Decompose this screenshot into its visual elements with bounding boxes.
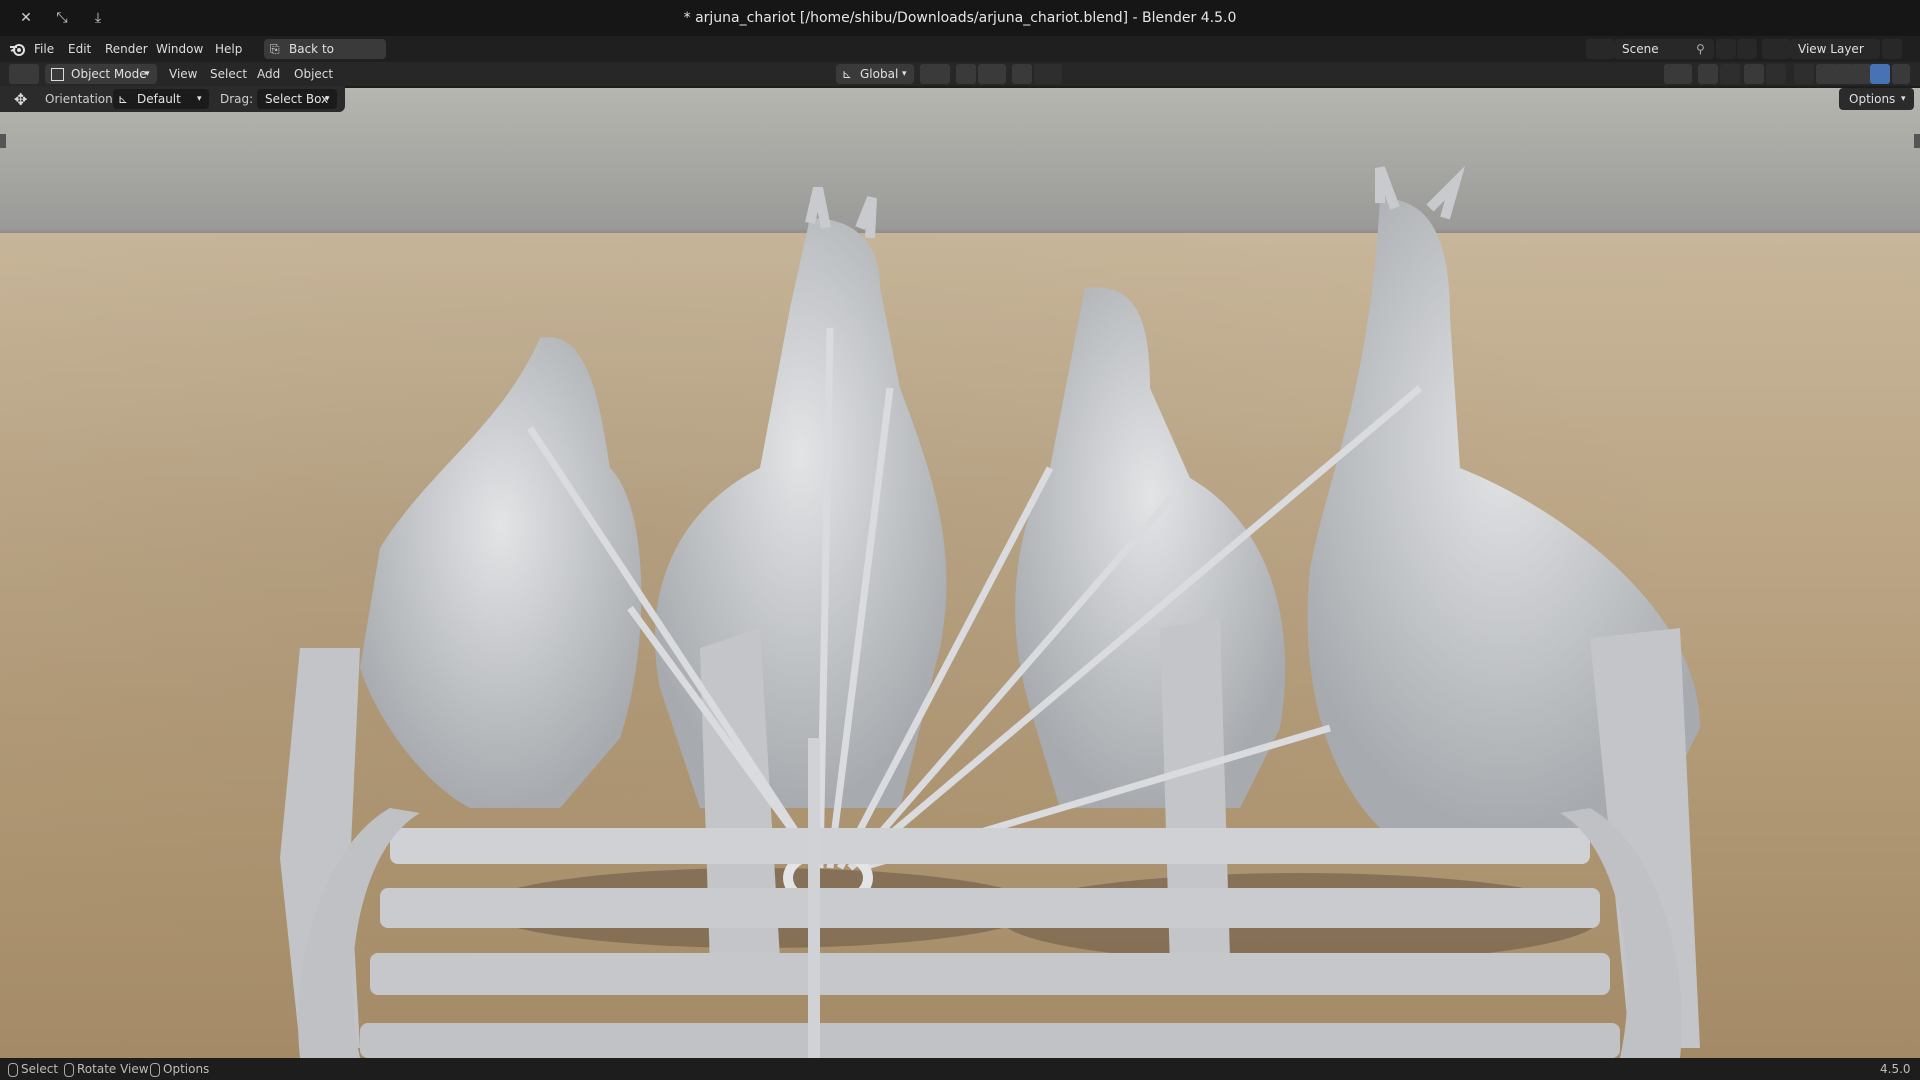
snap-target-icon[interactable] (978, 64, 1006, 84)
3d-viewport[interactable] (0, 88, 1920, 1058)
menu-file[interactable]: File (34, 36, 54, 62)
menu-window[interactable]: Window (156, 36, 203, 62)
transform-orientation-dropdown[interactable]: ⊾ Global ▾ (836, 64, 914, 84)
orientation-icon: ⊾ (118, 92, 129, 106)
menu-render[interactable]: Render (105, 36, 148, 62)
right-panel-toggle[interactable] (1914, 134, 1920, 148)
move-tool-icon[interactable]: ✥ (14, 90, 27, 109)
menu-select[interactable]: Select (210, 62, 247, 86)
pivot-icon[interactable] (920, 64, 950, 84)
scene-selector-icon[interactable] (1586, 39, 1614, 59)
drag-label: Drag: (220, 92, 254, 106)
delete-scene-icon[interactable] (1737, 39, 1757, 59)
scene-name-field[interactable]: Scene ⚲ (1614, 39, 1714, 59)
status-select: Select (8, 1058, 58, 1080)
chevron-down-icon: ▾ (197, 94, 202, 104)
gizmo-icon[interactable] (1698, 64, 1718, 84)
tool-settings-bar: ✥ Orientation: ⊾ Default ▾ Drag: Select … (0, 86, 345, 112)
version-label: 4.5.0 (1880, 1062, 1911, 1076)
scene-render (280, 165, 1700, 1058)
chevron-down-icon: ▾ (902, 69, 907, 79)
drag-dropdown[interactable]: Select Box ▾ (257, 89, 337, 109)
view-layer-field[interactable]: View Layer (1790, 39, 1880, 59)
menu-help[interactable]: Help (215, 36, 242, 62)
menu-add[interactable]: Add (257, 62, 280, 86)
orientation-dropdown[interactable]: ⊾ Default ▾ (113, 89, 209, 109)
viewport-header: Object Mode ▾ View Select Add Object ⊾ G… (0, 62, 1920, 86)
object-mode-icon (51, 68, 64, 81)
new-view-layer-icon[interactable] (1882, 39, 1902, 59)
visibility-icon[interactable] (1664, 64, 1692, 84)
mode-dropdown[interactable]: Object Mode ▾ (45, 64, 157, 84)
solid-shading-icon[interactable] (1834, 64, 1854, 84)
pin-icon[interactable]: ⚲ (1696, 39, 1705, 59)
top-bar: File Edit Render Window Help ⎘ Back to P… (0, 36, 1920, 76)
status-options: Options (150, 1058, 209, 1080)
editor-type-icon[interactable] (9, 64, 39, 84)
rendered-shading-icon[interactable] (1870, 64, 1890, 84)
status-bar: Select Rotate View Options 4.5.0 (0, 1058, 1920, 1080)
status-rotate: Rotate View (64, 1058, 149, 1080)
view-layer-selector-icon[interactable] (1762, 39, 1790, 59)
chevron-down-icon: ▾ (325, 94, 330, 104)
back-icon: ⎘ (270, 42, 280, 56)
overlay-icon[interactable] (1744, 64, 1764, 84)
mouse-left-icon (8, 1062, 18, 1077)
orientation-label: Orientation: (45, 92, 117, 106)
window-titlebar: ✕ ⤡ ⤓ * arjuna_chariot [/home/shibu/Down… (0, 0, 1920, 36)
new-scene-icon[interactable] (1716, 39, 1736, 59)
left-panel-toggle[interactable] (0, 134, 6, 148)
chevron-down-icon: ▾ (1901, 94, 1906, 104)
overlay-dropdown-icon[interactable] (1766, 64, 1786, 84)
menu-object[interactable]: Object (294, 62, 333, 86)
orientation-icon: ⊾ (842, 67, 853, 81)
falloff-icon[interactable] (1034, 64, 1062, 84)
blender-logo-icon[interactable] (9, 41, 27, 57)
gizmo-dropdown-icon[interactable] (1720, 64, 1740, 84)
mouse-right-icon (150, 1062, 160, 1077)
material-shading-icon[interactable] (1852, 64, 1872, 84)
menu-edit[interactable]: Edit (68, 36, 91, 62)
window-title: * arjuna_chariot [/home/shibu/Downloads/… (683, 10, 1237, 26)
proportional-icon[interactable] (1012, 64, 1032, 84)
xray-icon[interactable] (1794, 64, 1814, 84)
snap-icon[interactable] (956, 64, 976, 84)
mouse-middle-icon (64, 1062, 74, 1077)
wireframe-shading-icon[interactable] (1816, 64, 1836, 84)
shading-icon[interactable] (1892, 64, 1910, 84)
back-to-previous-button[interactable]: ⎘ Back to Previous (264, 39, 386, 76)
menu-view[interactable]: View (169, 62, 197, 86)
options-dropdown[interactable]: Options ▾ (1839, 88, 1914, 110)
chevron-down-icon: ▾ (145, 69, 150, 79)
